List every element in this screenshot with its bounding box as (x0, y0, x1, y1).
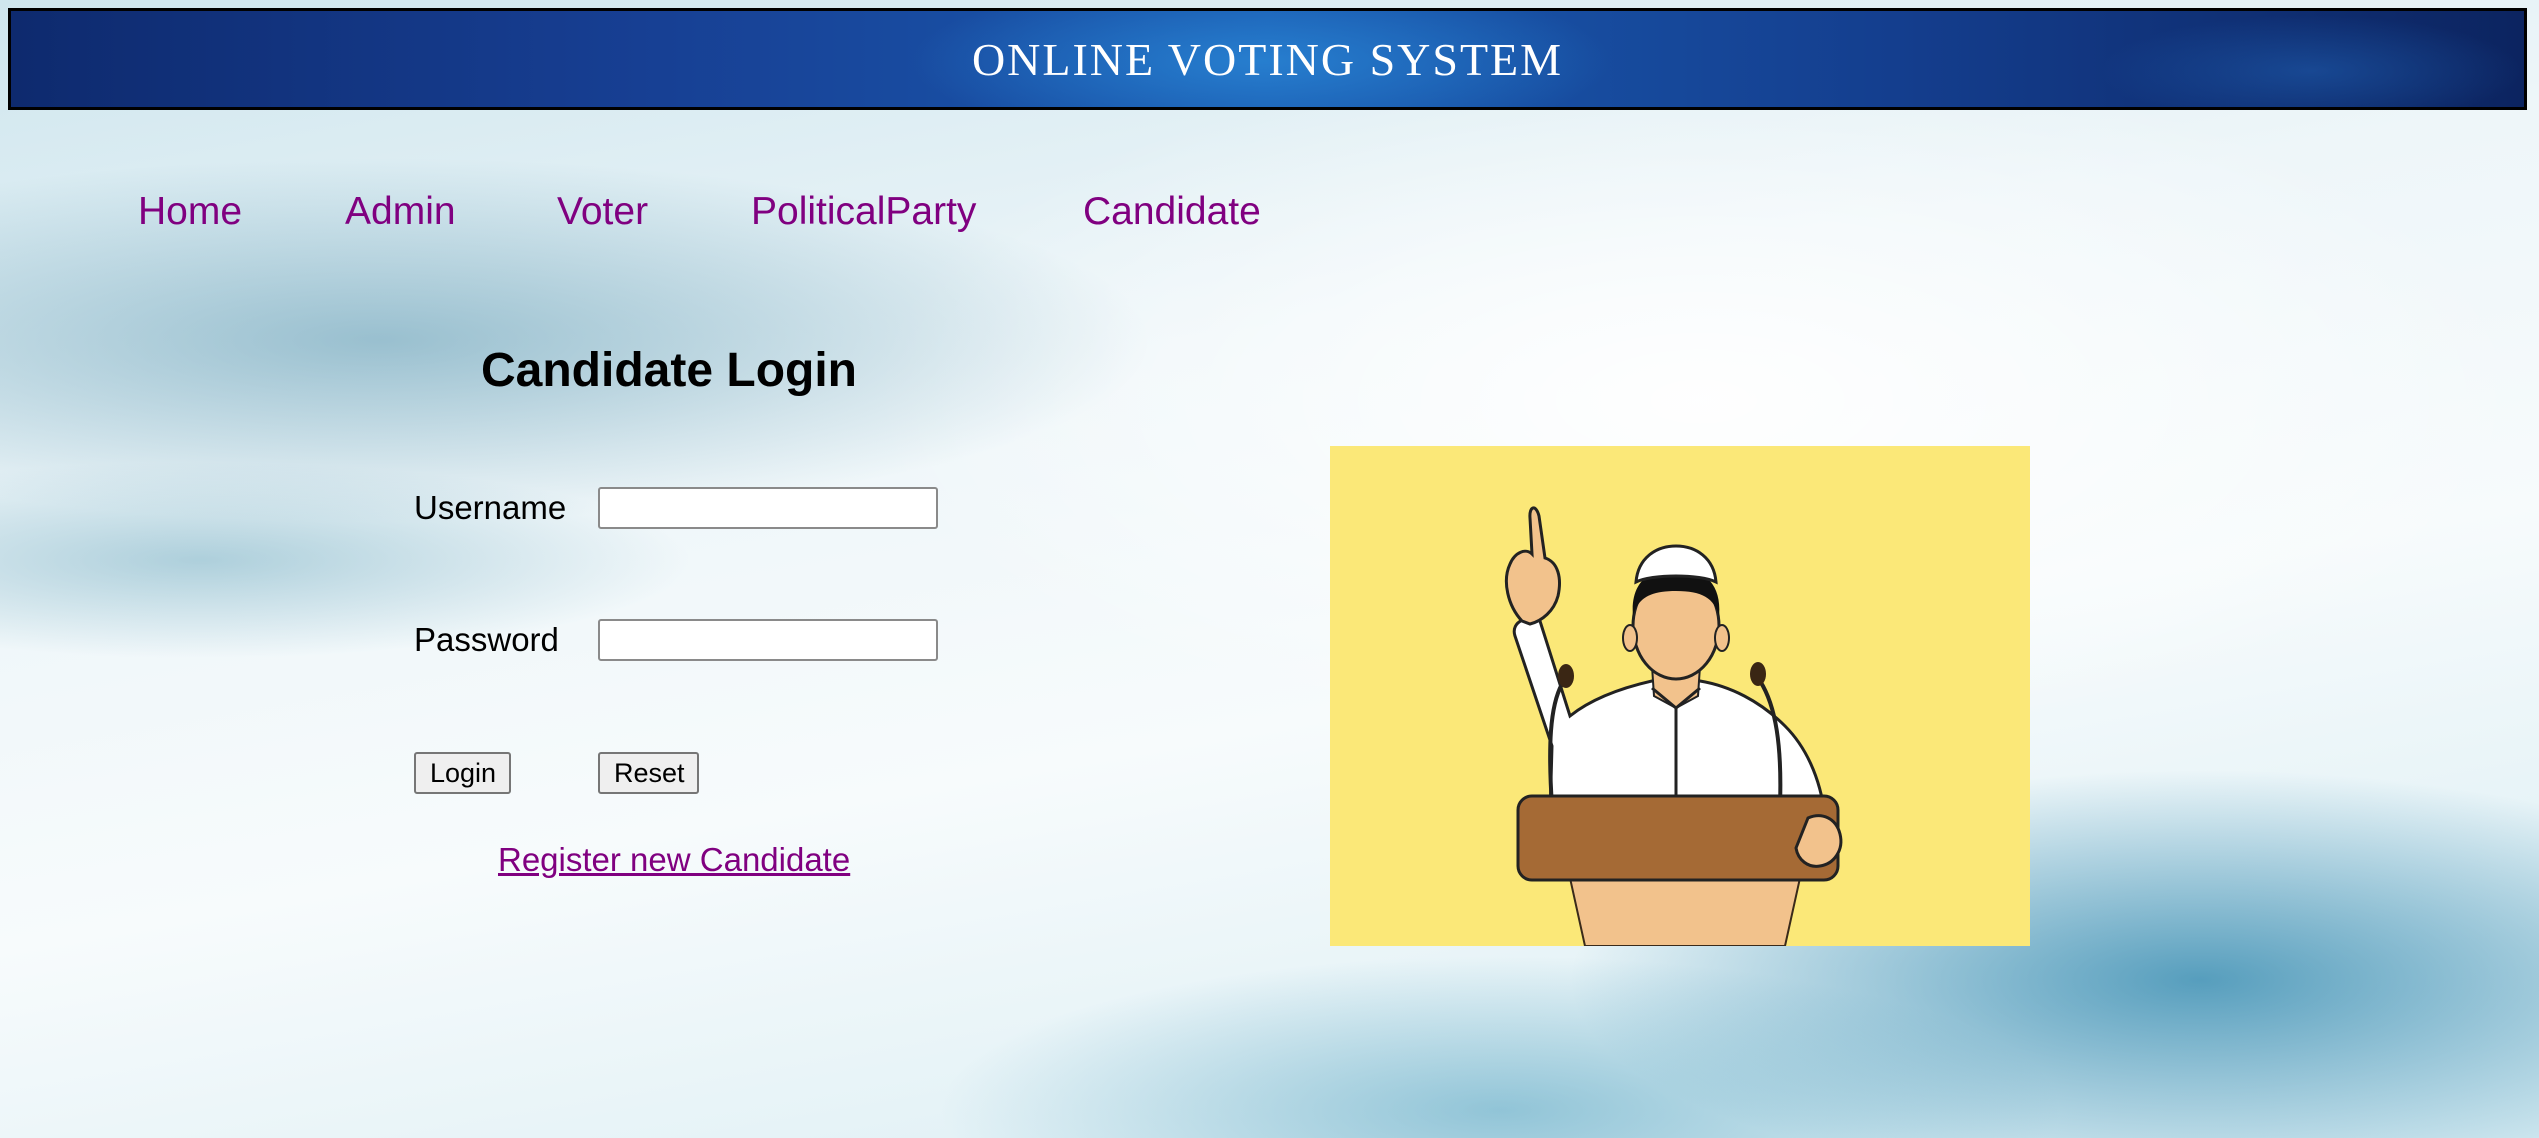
login-button[interactable]: Login (414, 752, 511, 794)
reset-button[interactable]: Reset (598, 752, 699, 794)
politician-at-podium-icon (1330, 446, 2030, 946)
username-input[interactable] (598, 487, 938, 529)
register-candidate-link[interactable]: Register new Candidate (498, 841, 850, 879)
nav-admin-link[interactable]: Admin (345, 190, 456, 234)
nav-voter-link[interactable]: Voter (557, 190, 648, 234)
nav-home-link[interactable]: Home (138, 190, 242, 234)
nav-candidate-link[interactable]: Candidate (1083, 190, 1261, 234)
header-banner: ONLINE VOTING SYSTEM (8, 8, 2527, 110)
page-title: Candidate Login (481, 344, 857, 397)
site-title: ONLINE VOTING SYSTEM (971, 33, 1564, 85)
password-label: Password (414, 621, 559, 658)
username-label: Username (414, 489, 567, 526)
password-input[interactable] (598, 619, 938, 661)
nav-politicalparty-link[interactable]: PoliticalParty (751, 190, 976, 234)
